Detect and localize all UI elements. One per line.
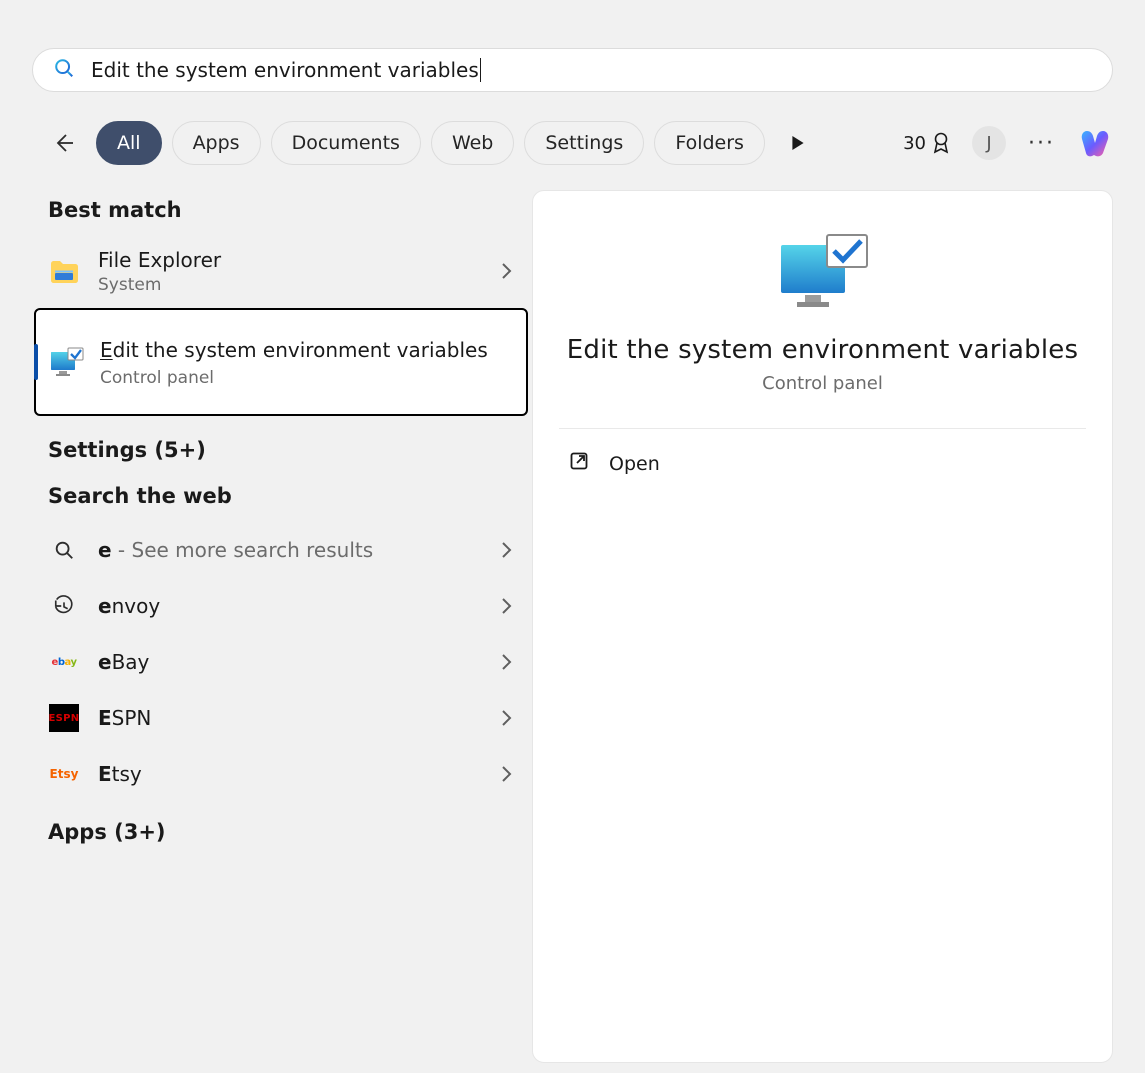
web-item-label: ESPN [98, 706, 476, 730]
results-column: Best match File Explorer System Edit the… [32, 190, 530, 1063]
section-settings[interactable]: Settings (5+) [32, 430, 530, 476]
result-subtitle: System [98, 275, 476, 295]
open-label: Open [609, 453, 660, 475]
etsy-icon: Etsy [48, 758, 80, 790]
scroll-filters-right[interactable] [786, 131, 810, 155]
web-item-envoy[interactable]: envoy [32, 578, 530, 634]
preview-title: Edit the system environment variables [559, 335, 1086, 365]
search-bar[interactable]: Edit the system environment variables [32, 48, 1113, 92]
chevron-right-icon[interactable] [494, 650, 518, 674]
search-icon [53, 57, 75, 83]
web-item-espn[interactable]: ESPN ESPN [32, 690, 530, 746]
filter-folders[interactable]: Folders [654, 121, 765, 165]
web-item-label: envoy [98, 594, 476, 618]
rewards-points[interactable]: 30 [903, 132, 950, 154]
action-open[interactable]: Open [559, 443, 1086, 484]
start-search-window: Edit the system environment variables Al… [0, 0, 1145, 1073]
search-input[interactable]: Edit the system environment variables [91, 58, 479, 82]
filter-settings[interactable]: Settings [524, 121, 644, 165]
web-item-more-results[interactable]: e - See more search results [32, 522, 530, 578]
filter-documents[interactable]: Documents [271, 121, 421, 165]
monitor-check-icon [50, 345, 84, 379]
filter-pills: All Apps Documents Web Settings Folders … [96, 121, 774, 165]
divider [559, 428, 1086, 429]
web-item-label: Etsy [98, 762, 476, 786]
copilot-icon[interactable] [1077, 125, 1113, 161]
chevron-right-icon[interactable] [494, 706, 518, 730]
ebay-icon: ebay [48, 646, 80, 678]
open-externally-icon [569, 451, 589, 476]
preview-subtitle: Control panel [559, 373, 1086, 394]
result-file-explorer[interactable]: File Explorer System [32, 236, 530, 306]
web-item-label: eBay [98, 650, 476, 674]
result-env-vars-selected[interactable]: Edit the system environment variables Co… [34, 308, 528, 416]
chevron-right-icon[interactable] [494, 538, 518, 562]
filter-row: All Apps Documents Web Settings Folders … [48, 118, 1113, 168]
web-item-label: e - See more search results [98, 538, 476, 562]
user-avatar[interactable]: J [972, 126, 1006, 160]
preview-icon [559, 233, 1086, 313]
espn-icon: ESPN [48, 702, 80, 734]
points-value: 30 [903, 133, 926, 154]
avatar-letter: J [986, 133, 991, 154]
filter-apps[interactable]: Apps [172, 121, 261, 165]
web-item-etsy[interactable]: Etsy Etsy [32, 746, 530, 802]
result-title: Edit the system environment variables [100, 337, 488, 364]
section-best-match: Best match [32, 190, 530, 236]
chevron-right-icon[interactable] [494, 259, 518, 283]
section-apps[interactable]: Apps (3+) [32, 802, 530, 858]
chevron-right-icon[interactable] [494, 594, 518, 618]
web-item-ebay[interactable]: ebay eBay [32, 634, 530, 690]
filter-all[interactable]: All [96, 121, 162, 165]
preview-panel: Edit the system environment variables Co… [532, 190, 1113, 1063]
more-options[interactable]: ··· [1028, 131, 1055, 156]
result-subtitle: Control panel [100, 368, 488, 388]
search-icon [48, 534, 80, 566]
folder-icon [48, 255, 80, 287]
back-button[interactable] [48, 127, 80, 159]
medal-icon [932, 132, 950, 154]
filter-web[interactable]: Web [431, 121, 514, 165]
result-title: File Explorer [98, 248, 476, 273]
header-actions: 30 J ··· [903, 125, 1113, 161]
chevron-right-icon[interactable] [494, 762, 518, 786]
history-icon [48, 590, 80, 622]
text-cursor [480, 58, 481, 82]
section-search-web: Search the web [32, 476, 530, 522]
